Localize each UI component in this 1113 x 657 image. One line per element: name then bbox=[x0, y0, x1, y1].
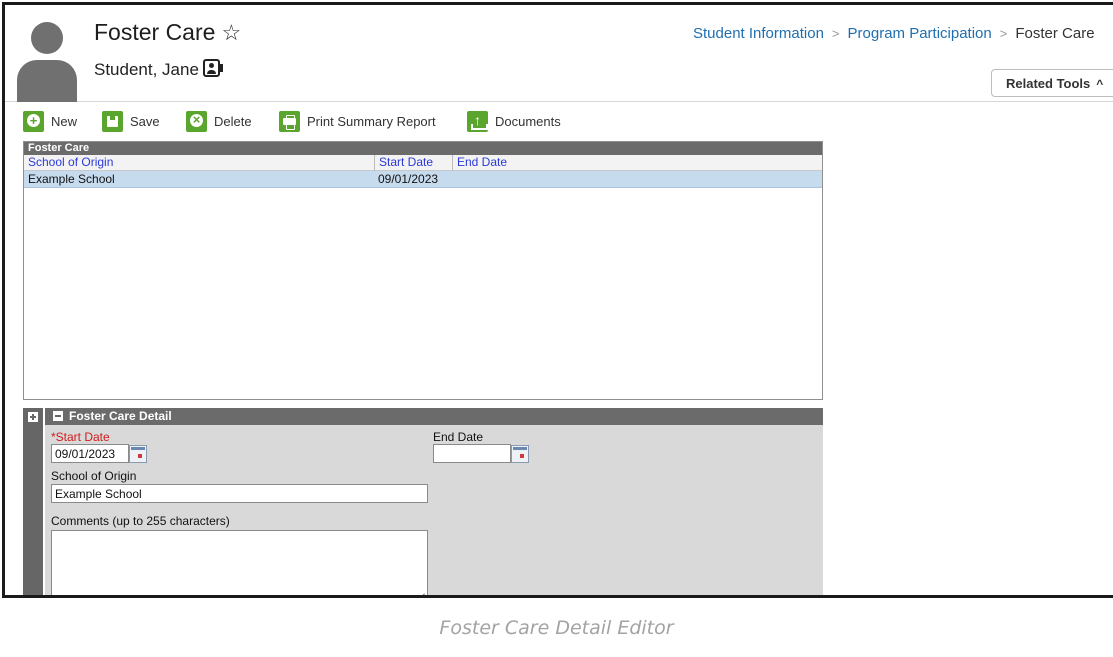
avatar bbox=[17, 22, 77, 102]
figure-caption: Foster Care Detail Editor bbox=[439, 617, 674, 639]
table-row[interactable]: Example School 09/01/2023 bbox=[24, 171, 822, 188]
list-title: Foster Care bbox=[24, 142, 822, 155]
column-header-school-of-origin[interactable]: School of Origin bbox=[24, 155, 374, 171]
chevron-up-icon: ^ bbox=[1096, 77, 1104, 91]
star-outline-icon[interactable]: ☆ bbox=[221, 20, 241, 45]
new-button[interactable]: New bbox=[23, 111, 77, 133]
page-title: Foster Care ☆ bbox=[94, 19, 241, 46]
column-header-start-date[interactable]: Start Date bbox=[374, 155, 452, 171]
detail-gutter bbox=[23, 408, 43, 595]
cell-start-date: 09/01/2023 bbox=[378, 172, 439, 186]
resize-grip-icon[interactable] bbox=[414, 586, 426, 595]
foster-care-detail-panel: Foster Care Detail *Start Date End Date … bbox=[45, 408, 823, 595]
print-summary-report-button[interactable]: Print Summary Report bbox=[279, 111, 436, 133]
floppy-disk-icon bbox=[102, 111, 123, 132]
end-date-label: End Date bbox=[433, 430, 484, 444]
breadcrumb-current: Foster Care bbox=[1015, 25, 1095, 42]
school-of-origin-label: School of Origin bbox=[51, 469, 137, 483]
upload-icon bbox=[467, 111, 488, 132]
expand-plus-icon[interactable] bbox=[28, 412, 38, 422]
student-name-text: Student, Jane bbox=[94, 60, 199, 79]
related-tools-label: Related Tools bbox=[1006, 76, 1091, 91]
collapse-minus-icon[interactable] bbox=[53, 411, 63, 421]
avatar-body-shape bbox=[17, 60, 77, 102]
page-header: Foster Care ☆ Student, Jane Student Infor… bbox=[5, 5, 1113, 102]
end-date-field[interactable] bbox=[433, 444, 511, 463]
printer-icon bbox=[279, 111, 300, 132]
student-name: Student, Jane bbox=[94, 57, 223, 80]
new-button-label: New bbox=[51, 114, 78, 129]
start-date-field[interactable] bbox=[51, 444, 129, 463]
avatar-head-shape bbox=[31, 22, 63, 54]
breadcrumb-student-information[interactable]: Student Information bbox=[693, 25, 824, 42]
comments-label: Comments (up to 255 characters) bbox=[51, 514, 230, 528]
x-circle-icon bbox=[186, 111, 207, 132]
plus-circle-icon bbox=[23, 111, 44, 132]
calendar-icon[interactable] bbox=[129, 445, 147, 463]
breadcrumb-program-participation[interactable]: Program Participation bbox=[848, 25, 992, 42]
cell-school-of-origin: Example School bbox=[28, 172, 115, 186]
contact-card-icon[interactable] bbox=[202, 59, 223, 77]
foster-care-list: Foster Care School of Origin Start Date … bbox=[23, 141, 823, 400]
print-summary-report-label: Print Summary Report bbox=[307, 114, 436, 129]
comments-field[interactable] bbox=[51, 530, 428, 595]
page-title-text: Foster Care bbox=[94, 19, 216, 45]
related-tools-button[interactable]: Related Tools ^ bbox=[991, 69, 1113, 97]
documents-button-label: Documents bbox=[495, 114, 561, 129]
delete-button-label: Delete bbox=[214, 114, 252, 129]
detail-title: Foster Care Detail bbox=[69, 409, 172, 423]
detail-title-bar: Foster Care Detail bbox=[45, 408, 823, 425]
calendar-icon[interactable] bbox=[511, 445, 529, 463]
start-date-label: *Start Date bbox=[51, 430, 110, 444]
save-button-label: Save bbox=[130, 114, 160, 129]
breadcrumb-separator-icon: > bbox=[831, 26, 840, 41]
application-window: Foster Care ☆ Student, Jane Student Infor… bbox=[2, 2, 1113, 598]
breadcrumb-separator-icon: > bbox=[999, 26, 1008, 41]
breadcrumb: Student Information > Program Participatio… bbox=[693, 25, 1095, 42]
documents-button[interactable]: Documents bbox=[467, 111, 561, 133]
delete-button[interactable]: Delete bbox=[186, 111, 252, 133]
action-toolbar: New Save Delete Print Summary Report Doc… bbox=[5, 106, 825, 134]
list-header: School of Origin Start Date End Date bbox=[24, 155, 822, 171]
school-of-origin-field[interactable] bbox=[51, 484, 428, 503]
save-button[interactable]: Save bbox=[102, 111, 160, 133]
column-header-end-date[interactable]: End Date bbox=[452, 155, 820, 171]
